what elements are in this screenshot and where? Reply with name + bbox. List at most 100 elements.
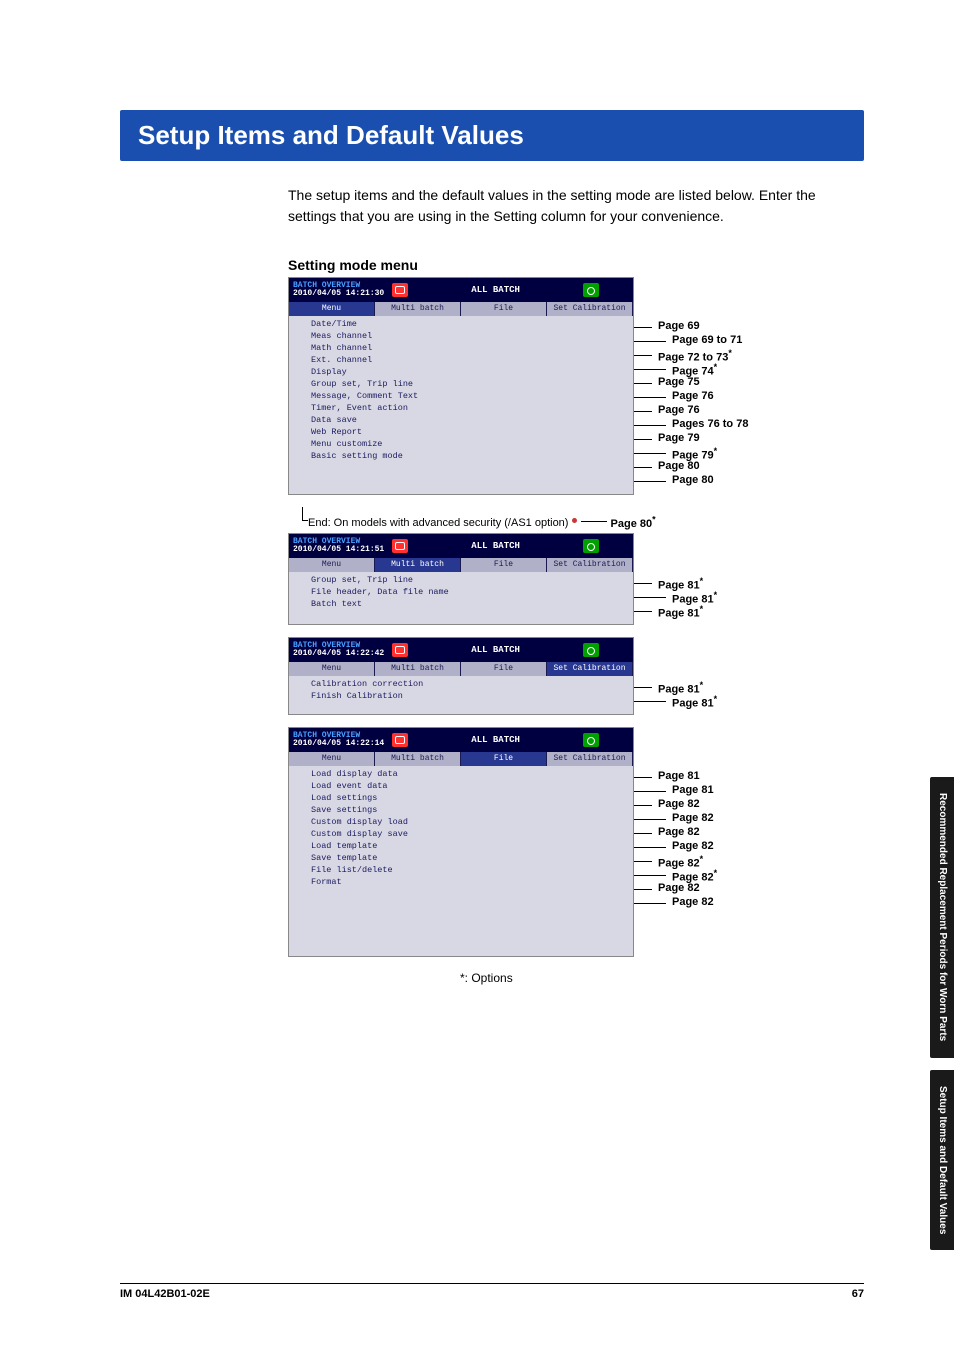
panel-tab[interactable]: File bbox=[461, 302, 547, 316]
panel-tab[interactable]: File bbox=[461, 752, 547, 766]
panel-body: Load display dataLoad event dataLoad set… bbox=[289, 766, 633, 956]
menu-item[interactable]: Menu customize bbox=[289, 438, 633, 450]
menu-item[interactable]: Web Report bbox=[289, 426, 633, 438]
record-icon bbox=[392, 283, 408, 297]
footer-doc-id: IM 04L42B01-02E bbox=[120, 1288, 210, 1300]
page: Setup Items and Default Values The setup… bbox=[0, 0, 954, 1350]
panel-body: Group set, Trip lineFile header, Data fi… bbox=[289, 572, 633, 624]
footer-page-number: 67 bbox=[852, 1288, 864, 1300]
disk-icon bbox=[583, 643, 599, 657]
leader-dot-icon bbox=[572, 518, 577, 523]
side-tab-worn-parts: Recommended Replacement Periods for Worn… bbox=[930, 777, 954, 1057]
page-ref-label: Page 80 bbox=[672, 474, 714, 486]
page-ref-label: Page 82 bbox=[658, 882, 700, 894]
menu-item[interactable]: Batch text bbox=[289, 598, 633, 610]
page-ref-label: Page 79 bbox=[658, 432, 700, 444]
panel-tabs: MenuMulti batchFileSet Calibration bbox=[289, 302, 633, 316]
menu-item[interactable]: Custom display save bbox=[289, 828, 633, 840]
page-ref-label: Pages 76 to 78 bbox=[672, 418, 748, 430]
panel-tab[interactable]: Set Calibration bbox=[547, 662, 633, 676]
record-icon bbox=[392, 539, 408, 553]
panel-tab[interactable]: Menu bbox=[289, 302, 375, 316]
side-tabs: Recommended Replacement Periods for Worn… bbox=[930, 765, 954, 1250]
menu-item[interactable]: Load template bbox=[289, 840, 633, 852]
panel-tab[interactable]: Multi batch bbox=[375, 558, 461, 572]
bracket-icon bbox=[302, 507, 308, 521]
as1-note-row: End: On models with advanced security (/… bbox=[288, 513, 858, 529]
menu-item[interactable]: Ext. channel bbox=[289, 354, 633, 366]
panel-tab[interactable]: Set Calibration bbox=[547, 302, 633, 316]
panel-tab[interactable]: Set Calibration bbox=[547, 752, 633, 766]
options-footnote: *: Options bbox=[460, 971, 864, 985]
menu-item[interactable]: Save settings bbox=[289, 804, 633, 816]
device-panel: BATCH OVERVIEW2010/04/05 14:22:14ALL BAT… bbox=[288, 727, 634, 957]
panel-tabs: MenuMulti batchFileSet Calibration bbox=[289, 752, 633, 766]
menu-item[interactable]: Group set, Trip line bbox=[289, 574, 633, 586]
panel-tab[interactable]: Multi batch bbox=[375, 302, 461, 316]
record-icon bbox=[392, 733, 408, 747]
page-ref-label: Page 76 bbox=[672, 390, 714, 402]
page-ref-label: Page 82 bbox=[672, 840, 714, 852]
page-ref-label: Page 81* bbox=[658, 604, 703, 620]
panel-tab[interactable]: Menu bbox=[289, 558, 375, 572]
page-ref-label: Page 82 bbox=[658, 798, 700, 810]
panel-header-batch: ALL BATCH bbox=[408, 645, 583, 655]
menu-item[interactable]: Timer, Event action bbox=[289, 402, 633, 414]
panel-tab[interactable]: Multi batch bbox=[375, 752, 461, 766]
menu-item[interactable]: Display bbox=[289, 366, 633, 378]
page-ref-label: Page 69 bbox=[658, 320, 700, 332]
menu-item[interactable]: Format bbox=[289, 876, 633, 888]
menu-item[interactable]: Calibration correction bbox=[289, 678, 633, 690]
panel-tab[interactable]: File bbox=[461, 662, 547, 676]
menu-item[interactable]: Meas channel bbox=[289, 330, 633, 342]
panel-header: BATCH OVERVIEW2010/04/05 14:22:14ALL BAT… bbox=[289, 728, 633, 752]
panel-header-title: BATCH OVERVIEW2010/04/05 14:22:42 bbox=[293, 642, 384, 658]
panel-tab[interactable]: Multi batch bbox=[375, 662, 461, 676]
menu-item[interactable]: Finish Calibration bbox=[289, 690, 633, 702]
menu-item[interactable]: Load display data bbox=[289, 768, 633, 780]
menu-item[interactable]: Basic setting mode bbox=[289, 450, 633, 462]
leader-line bbox=[581, 521, 607, 522]
panel-tabs: MenuMulti batchFileSet Calibration bbox=[289, 662, 633, 676]
as1-note-text: End: On models with advanced security (/… bbox=[308, 517, 572, 529]
menu-item[interactable]: Custom display load bbox=[289, 816, 633, 828]
intro-text: The setup items and the default values i… bbox=[288, 185, 864, 227]
panel-header: BATCH OVERVIEW2010/04/05 14:21:30ALL BAT… bbox=[289, 278, 633, 302]
disk-icon bbox=[583, 539, 599, 553]
menu-item[interactable]: File list/delete bbox=[289, 864, 633, 876]
panel-header-batch: ALL BATCH bbox=[408, 285, 583, 295]
menu-item[interactable]: Message, Comment Text bbox=[289, 390, 633, 402]
panel-block: Page 81*Page 81*BATCH OVERVIEW2010/04/05… bbox=[288, 637, 858, 715]
panel-tab[interactable]: Menu bbox=[289, 752, 375, 766]
page-ref-label: Page 81 bbox=[672, 784, 714, 796]
device-panel: BATCH OVERVIEW2010/04/05 14:21:30ALL BAT… bbox=[288, 277, 634, 495]
record-icon bbox=[392, 643, 408, 657]
panel-header-title: BATCH OVERVIEW2010/04/05 14:22:14 bbox=[293, 732, 384, 748]
menu-item[interactable]: Save template bbox=[289, 852, 633, 864]
device-panel: BATCH OVERVIEW2010/04/05 14:22:42 ALL BAT… bbox=[288, 637, 634, 715]
panel-tab[interactable]: Menu bbox=[289, 662, 375, 676]
menu-item[interactable]: Group set, Trip line bbox=[289, 378, 633, 390]
menu-item[interactable]: Date/Time bbox=[289, 318, 633, 330]
menu-item[interactable]: Math channel bbox=[289, 342, 633, 354]
page-ref-label: Page 75 bbox=[658, 376, 700, 388]
page-ref-label: Page 82 bbox=[672, 812, 714, 824]
page-ref-label: Page 80* bbox=[611, 518, 656, 530]
menu-item[interactable]: File header, Data file name bbox=[289, 586, 633, 598]
menu-item[interactable]: Load settings bbox=[289, 792, 633, 804]
page-ref-label: Page 80 bbox=[658, 460, 700, 472]
page-ref-label: Page 76 bbox=[658, 404, 700, 416]
panel-header-title: BATCH OVERVIEW2010/04/05 14:21:51 bbox=[293, 538, 384, 554]
panel-tab[interactable]: Set Calibration bbox=[547, 558, 633, 572]
page-ref-label: Page 81* bbox=[672, 694, 717, 710]
page-ref-label: Page 81 bbox=[658, 770, 700, 782]
menu-item[interactable]: Load event data bbox=[289, 780, 633, 792]
menu-item[interactable]: Data save bbox=[289, 414, 633, 426]
panel-header: BATCH OVERVIEW2010/04/05 14:22:42 ALL BAT… bbox=[289, 638, 633, 662]
device-panel: BATCH OVERVIEW2010/04/05 14:21:51 ALL BAT… bbox=[288, 533, 634, 625]
panel-body: Calibration correctionFinish Calibration bbox=[289, 676, 633, 714]
panel-block: Page 81 Page 81 Page 82 Page 82 Page 82 Page … bbox=[288, 727, 858, 957]
panel-tab[interactable]: File bbox=[461, 558, 547, 572]
panel-header-batch: ALL BATCH bbox=[408, 541, 583, 551]
subheading: Setting mode menu bbox=[288, 257, 864, 273]
